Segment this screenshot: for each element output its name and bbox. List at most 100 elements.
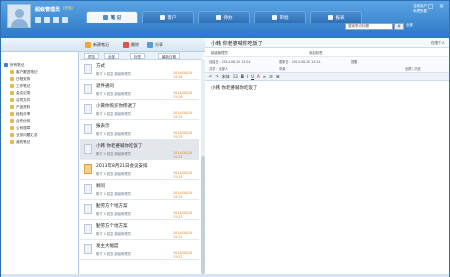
delete-icon: [123, 42, 129, 48]
folder-icon: [10, 126, 14, 130]
folder-icon: [10, 84, 14, 88]
note-date: 2014/08/20 15:22: [173, 231, 193, 239]
document-icon: [84, 64, 92, 74]
tab-todo[interactable]: 待办: [198, 11, 250, 23]
editor-fields: 创建日：2014-08-20 15:24 更新日：2014-08-20 15:2…: [205, 57, 449, 73]
new-note-icon: [85, 42, 91, 48]
folder-icon: [10, 70, 14, 74]
minimize-button[interactable]: _: [415, 3, 424, 11]
note-meta: 刚才 0 回复 超级管理员: [96, 112, 131, 116]
note-card[interactable]: 方式 刚才 0 回复 超级管理员 2014/08/20 15:26: [80, 60, 199, 80]
undo-icon[interactable]: ↶: [209, 74, 212, 79]
customer-icon: [159, 15, 165, 20]
note-title: 2013年8月21日会议安排: [96, 164, 148, 169]
maximize-button[interactable]: □: [426, 3, 435, 11]
tab-reports[interactable]: 报表: [310, 11, 362, 23]
font-size-select[interactable]: 13: [233, 74, 238, 79]
created-date: 创建日：2014-08-20 15:24: [209, 60, 251, 64]
document-icon: [84, 144, 92, 154]
note-title: 方式: [96, 64, 105, 69]
main-tabs: 笔 记 客户 待办 审批 报表: [86, 11, 362, 23]
contacts-icon[interactable]: [53, 17, 59, 23]
note-meta: 刚才 0 回复 超级管理员: [96, 92, 131, 96]
filter-tags[interactable]: 标签: [130, 53, 145, 59]
note-card[interactable]: 顾问 刚才 0 回复 超级管理员 2014/08/20 15:23: [80, 180, 199, 200]
note-card[interactable]: 退件通问 刚才 0 回复 超级管理员 2014/08/20 15:26: [80, 80, 199, 100]
tab-notes[interactable]: 笔 记: [86, 11, 138, 23]
search-button[interactable]: 搜: [394, 23, 404, 30]
list-filter-bar: 预览 全部 标签 最新日期: [80, 52, 202, 60]
text-color-icon[interactable]: A: [257, 74, 260, 79]
note-title: 顾问: [96, 184, 105, 189]
share-button[interactable]: 分享: [147, 41, 163, 49]
note-card[interactable]: 2013年8月21日会议安排 刚才 0 回复 超级管理员 2014/08/20 …: [80, 160, 199, 180]
delete-button[interactable]: 删除: [123, 41, 139, 49]
folder-icon: [10, 98, 14, 102]
search-input[interactable]: 搜索笔记标题: [345, 23, 393, 30]
note-date: 2014/08/20 15:22: [173, 251, 193, 259]
tree-item[interactable]: 我的笔记: [10, 139, 30, 145]
note-card-selected[interactable]: 小韩 你老婆喊你吃饭了 刚才 0 回复 超级管理员 2014/08/20 15:…: [80, 140, 199, 160]
sort-select[interactable]: 最新日期: [158, 53, 180, 59]
note-meta: 刚才 0 回复 超级管理员: [96, 192, 131, 196]
editor-title[interactable]: 小韩 你老婆喊你吃饭了: [211, 40, 263, 47]
tab-customers[interactable]: 客户: [142, 11, 194, 23]
tree-item[interactable]: 合作伙伴: [10, 118, 30, 124]
source-field[interactable]: 来源：: [279, 66, 289, 71]
document-icon: [84, 124, 92, 134]
note-card[interactable]: 报表示 刚才 0 回复 超级管理员 2014/08/20 15:25: [80, 120, 199, 140]
remind-toggle[interactable]: 提醒: [351, 59, 357, 64]
tree-item[interactable]: 日程安排: [10, 76, 30, 82]
note-card[interactable]: 发主大幅度 刚才 0 回复 超级管理员 2014/08/20 15:22: [80, 240, 199, 260]
redo-icon[interactable]: ↷: [215, 74, 218, 79]
document-icon: [84, 224, 92, 234]
avatar-head: [15, 9, 24, 18]
user-status: (在线): [63, 6, 73, 10]
underline-icon[interactable]: U: [251, 74, 254, 79]
tree-item[interactable]: 客户跟进笔记: [10, 69, 38, 75]
tree-item[interactable]: 经验分享: [10, 111, 30, 117]
share-scope[interactable]: 共享：全部人: [209, 66, 228, 71]
note-date: 2014/08/20 15:23: [173, 191, 193, 199]
approval-icon: [271, 15, 277, 20]
mail-icon[interactable]: [35, 17, 41, 23]
link-icon[interactable]: ⌘: [276, 74, 280, 79]
align-icon[interactable]: ≡: [263, 74, 266, 79]
visibility-select[interactable]: 仅限个人: [431, 41, 445, 46]
tree-item[interactable]: 公司规章: [10, 125, 30, 131]
user-avatar[interactable]: [7, 4, 31, 28]
tree-item[interactable]: 产品资料: [10, 104, 30, 110]
new-note-button[interactable]: 新建笔记: [85, 41, 109, 49]
fullscreen-history-links[interactable]: 全屏 | 历史: [405, 66, 421, 71]
filter-all[interactable]: 全部: [104, 53, 119, 59]
app-window: 超级管理员 (在线) 笔 记 客户 待办 审批 报表 当前用户 系统设置 _ □…: [0, 0, 450, 277]
report-icon: [327, 15, 333, 20]
note-meta: 刚才 0 回复 超级管理员: [96, 252, 131, 256]
editor-body[interactable]: 小韩 你老婆喊你吃饭了: [211, 85, 257, 91]
view-toggle[interactable]: 预览: [84, 53, 99, 59]
todo-icon: [215, 15, 221, 20]
tree-item[interactable]: 合同文件: [10, 97, 30, 103]
search-scope[interactable]: 全部: [406, 23, 413, 28]
italic-icon[interactable]: I: [247, 74, 248, 79]
tab-approval[interactable]: 审批: [254, 11, 306, 23]
list-icon[interactable]: ☰: [269, 74, 273, 79]
note-card[interactable]: 小黄你购买你惨透了 刚才 0 回复 超级管理员 2014/08/20 15:25: [80, 100, 199, 120]
close-button[interactable]: ×: [437, 3, 446, 11]
note-card[interactable]: 勤劳方个地方案 刚才 0 回复 超级管理员 2014/08/20 15:23: [80, 200, 199, 220]
add-tag-input[interactable]: 添加标签: [309, 50, 323, 55]
tree-root[interactable]: 所有笔记: [4, 62, 24, 68]
document-icon: [84, 184, 92, 194]
bold-icon[interactable]: B: [241, 74, 244, 79]
tree-item[interactable]: 工作笔记: [10, 83, 30, 89]
tree-item[interactable]: 业务问题汇总: [10, 132, 38, 138]
document-icon: [84, 204, 92, 214]
note-meta: 刚才 0 回复 超级管理员: [96, 72, 131, 76]
header-bar: 超级管理员 (在线) 笔 记 客户 待办 审批 报表 当前用户 系统设置 _ □…: [1, 1, 449, 38]
note-card[interactable]: 勤劳方个地方案 刚才 0 回复 超级管理员 2014/08/20 15:22: [80, 220, 199, 240]
font-family-select[interactable]: 宋体: [222, 74, 230, 80]
settings-icon[interactable]: [62, 17, 68, 23]
note-date: 2014/08/20 15:25: [173, 131, 193, 139]
calendar-icon[interactable]: [44, 17, 50, 23]
tree-item[interactable]: 会议记录: [10, 90, 30, 96]
